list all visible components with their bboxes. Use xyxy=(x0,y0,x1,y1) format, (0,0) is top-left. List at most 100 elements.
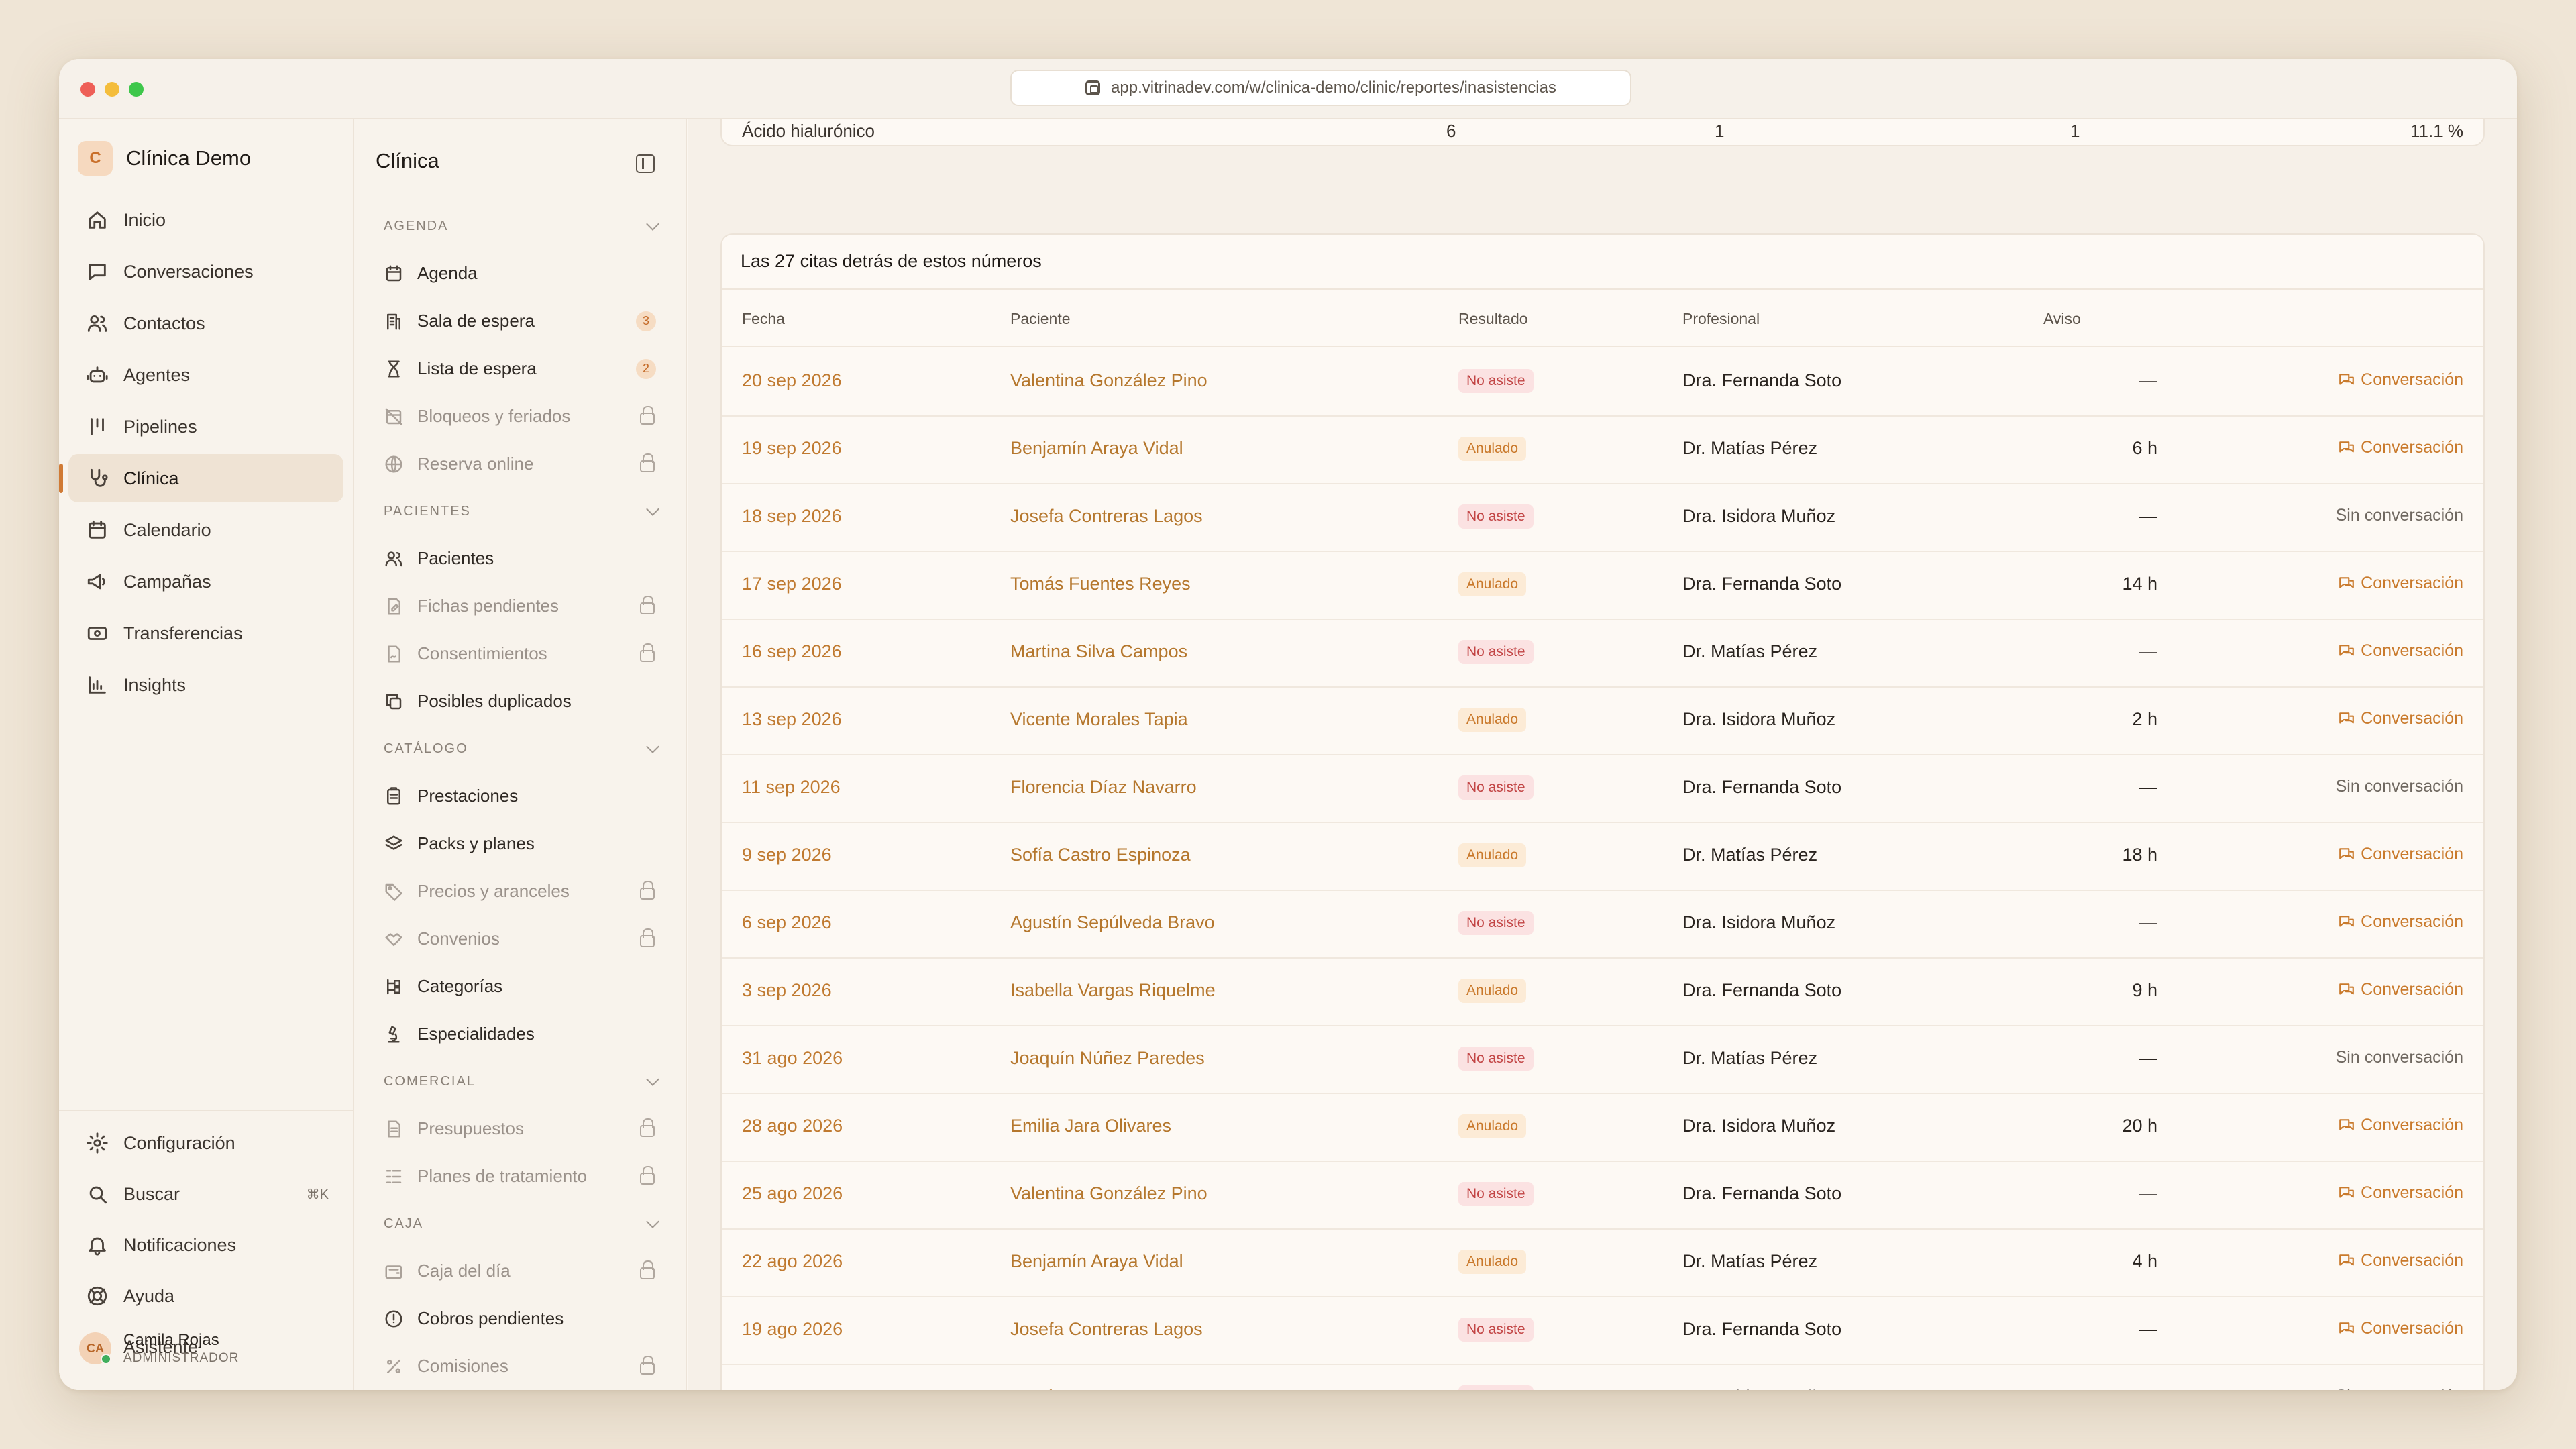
subnav-section-pacientes[interactable]: PACIENTES xyxy=(374,488,669,535)
subnav-item-categorias[interactable]: Categorías xyxy=(374,963,669,1010)
home-icon xyxy=(86,209,123,231)
maximize-window-button[interactable] xyxy=(129,82,144,97)
subnav-item-precios-y-aranceles[interactable]: Precios y aranceles xyxy=(374,867,669,915)
patient-link[interactable]: Josefa Contreras Lagos xyxy=(1010,1319,1203,1340)
subnav-item-reserva-online[interactable]: Reserva online xyxy=(374,440,669,488)
patient-link[interactable]: Vicente Morales Tapia xyxy=(1010,709,1188,730)
nav-item-calendario[interactable]: Calendario xyxy=(68,506,343,554)
open-conversation-link[interactable]: Conversación xyxy=(2338,912,2463,932)
nav-item-conversaciones[interactable]: Conversaciones xyxy=(68,248,343,296)
appointment-date-link[interactable]: 18 sep 2026 xyxy=(742,506,842,527)
minimize-window-button[interactable] xyxy=(105,82,119,97)
collapse-sidebar-icon[interactable] xyxy=(636,154,655,173)
app-window: app.vitrinadev.com/w/clinica-demo/clinic… xyxy=(59,59,2517,1390)
subnav-item-bloqueos-y-feriados[interactable]: Bloqueos y feriados xyxy=(374,392,669,440)
nav-item-campanas[interactable]: Campañas xyxy=(68,557,343,606)
appointment-date-link[interactable]: 11 sep 2026 xyxy=(742,777,841,798)
patient-link[interactable]: Sofía Castro Espinoza xyxy=(1010,845,1191,865)
open-conversation-link[interactable]: Conversación xyxy=(2338,709,2463,729)
patient-link[interactable]: Benjamín Araya Vidal xyxy=(1010,1251,1183,1272)
column-header-fecha[interactable]: Fecha xyxy=(742,310,785,328)
open-conversation-link[interactable]: Conversación xyxy=(2338,1251,2463,1271)
nav-item-contactos[interactable]: Contactos xyxy=(68,299,343,347)
column-header-aviso[interactable]: Aviso xyxy=(2043,310,2081,328)
patient-link[interactable]: Tomás Fuentes Reyes xyxy=(1010,1387,1191,1390)
nav-item-notificaciones[interactable]: Notificaciones xyxy=(68,1221,343,1269)
appointment-date-link[interactable]: 28 ago 2026 xyxy=(742,1116,843,1136)
open-conversation-link[interactable]: Conversación xyxy=(2338,641,2463,661)
patient-link[interactable]: Joaquín Núñez Paredes xyxy=(1010,1048,1205,1069)
subnav-item-agenda[interactable]: Agenda xyxy=(374,250,669,297)
patient-link[interactable]: Florencia Díaz Navarro xyxy=(1010,777,1197,798)
professional-name: Dra. Isidora Muñoz xyxy=(1682,1387,1835,1390)
column-header-profesional[interactable]: Profesional xyxy=(1682,310,1760,328)
open-conversation-link[interactable]: Conversación xyxy=(2338,1116,2463,1135)
subnav-item-pacientes[interactable]: Pacientes xyxy=(374,535,669,582)
patient-link[interactable]: Josefa Contreras Lagos xyxy=(1010,506,1203,527)
subnav-item-fichas-pendientes[interactable]: Fichas pendientes xyxy=(374,582,669,630)
open-conversation-link[interactable]: Conversación xyxy=(2338,438,2463,458)
nav-item-transferencias[interactable]: Transferencias xyxy=(68,609,343,657)
appointment-date-link[interactable]: 20 sep 2026 xyxy=(742,370,842,391)
patient-link[interactable]: Agustín Sepúlveda Bravo xyxy=(1010,912,1215,933)
appointment-date-link[interactable]: 16 sep 2026 xyxy=(742,641,842,662)
appointment-date-link[interactable]: 22 ago 2026 xyxy=(742,1251,843,1272)
column-header-paciente[interactable]: Paciente xyxy=(1010,310,1071,328)
appointment-date-link[interactable]: 13 sep 2026 xyxy=(742,709,842,730)
open-conversation-link[interactable]: Conversación xyxy=(2338,845,2463,864)
nav-item-pipelines[interactable]: Pipelines xyxy=(68,402,343,451)
appointment-date-link[interactable]: 25 ago 2026 xyxy=(742,1183,843,1204)
appointment-date-link[interactable]: 6 sep 2026 xyxy=(742,912,832,933)
patient-link[interactable]: Emilia Jara Olivares xyxy=(1010,1116,1171,1136)
user-profile[interactable]: CA Camila Rojas ADMINISTRADOR xyxy=(79,1331,239,1366)
patient-link[interactable]: Isabella Vargas Riquelme xyxy=(1010,980,1216,1001)
appointment-date-link[interactable]: 16 ago 2026 xyxy=(742,1387,843,1390)
close-window-button[interactable] xyxy=(80,82,95,97)
subnav-item-lista-de-espera[interactable]: Lista de espera 2 xyxy=(374,345,669,392)
appointment-date-link[interactable]: 19 ago 2026 xyxy=(742,1319,843,1340)
address-bar[interactable]: app.vitrinadev.com/w/clinica-demo/clinic… xyxy=(1010,70,1631,106)
subnav-section-caja[interactable]: CAJA xyxy=(374,1200,669,1247)
appointment-date-link[interactable]: 19 sep 2026 xyxy=(742,438,842,459)
nav-item-configuracion[interactable]: Configuración xyxy=(68,1119,343,1167)
nav-item-agentes[interactable]: Agentes xyxy=(68,351,343,399)
column-header-resultado[interactable]: Resultado xyxy=(1458,310,1528,328)
subnav-item-planes-de-tratamiento[interactable]: Planes de tratamiento xyxy=(374,1152,669,1200)
subnav-item-comisiones[interactable]: Comisiones xyxy=(374,1342,669,1390)
nav-item-ayuda[interactable]: Ayuda xyxy=(68,1272,343,1320)
subnav-section-comercial[interactable]: COMERCIAL xyxy=(374,1058,669,1105)
open-conversation-link[interactable]: Conversación xyxy=(2338,980,2463,1000)
open-conversation-link[interactable]: Conversación xyxy=(2338,370,2463,390)
open-conversation-link[interactable]: Conversación xyxy=(2338,1183,2463,1203)
subnav-item-convenios[interactable]: Convenios xyxy=(374,915,669,963)
nav-item-clinica[interactable]: Clínica xyxy=(59,454,343,502)
open-conversation-link[interactable]: Conversación xyxy=(2338,1319,2463,1338)
patient-link[interactable]: Valentina González Pino xyxy=(1010,370,1208,391)
conversation-label: Conversación xyxy=(2361,1319,2463,1338)
chevron-down-icon xyxy=(646,217,659,231)
subnav-item-caja-del-dia[interactable]: Caja del día xyxy=(374,1247,669,1295)
subnav-item-presupuestos[interactable]: Presupuestos xyxy=(374,1105,669,1152)
appointment-date-link[interactable]: 3 sep 2026 xyxy=(742,980,832,1001)
nav-item-buscar[interactable]: Buscar ⌘K xyxy=(68,1170,343,1218)
subnav-item-cobros-pendientes[interactable]: Cobros pendientes xyxy=(374,1295,669,1342)
subnav-item-sala-de-espera[interactable]: Sala de espera 3 xyxy=(374,297,669,345)
nav-item-inicio[interactable]: Inicio xyxy=(68,196,343,244)
appointment-date-link[interactable]: 31 ago 2026 xyxy=(742,1048,843,1069)
subnav-item-especialidades[interactable]: Especialidades xyxy=(374,1010,669,1058)
subnav-item-consentimientos[interactable]: Consentimientos xyxy=(374,630,669,678)
subnav-item-posibles-duplicados[interactable]: Posibles duplicados xyxy=(374,678,669,725)
subnav-item-packs-y-planes[interactable]: Packs y planes xyxy=(374,820,669,867)
nav-item-insights[interactable]: Insights xyxy=(68,661,343,709)
workspace-brand[interactable]: C Clínica Demo xyxy=(78,140,251,177)
open-conversation-link[interactable]: Conversación xyxy=(2338,574,2463,593)
subnav-item-prestaciones[interactable]: Prestaciones xyxy=(374,772,669,820)
appointment-date-link[interactable]: 17 sep 2026 xyxy=(742,574,842,594)
patient-link[interactable]: Martina Silva Campos xyxy=(1010,641,1187,662)
subnav-section-catalogo[interactable]: CATÁLOGO xyxy=(374,725,669,772)
subnav-section-agenda[interactable]: AGENDA xyxy=(374,203,669,250)
patient-link[interactable]: Tomás Fuentes Reyes xyxy=(1010,574,1191,594)
patient-link[interactable]: Benjamín Araya Vidal xyxy=(1010,438,1183,459)
appointment-date-link[interactable]: 9 sep 2026 xyxy=(742,845,832,865)
patient-link[interactable]: Valentina González Pino xyxy=(1010,1183,1208,1204)
